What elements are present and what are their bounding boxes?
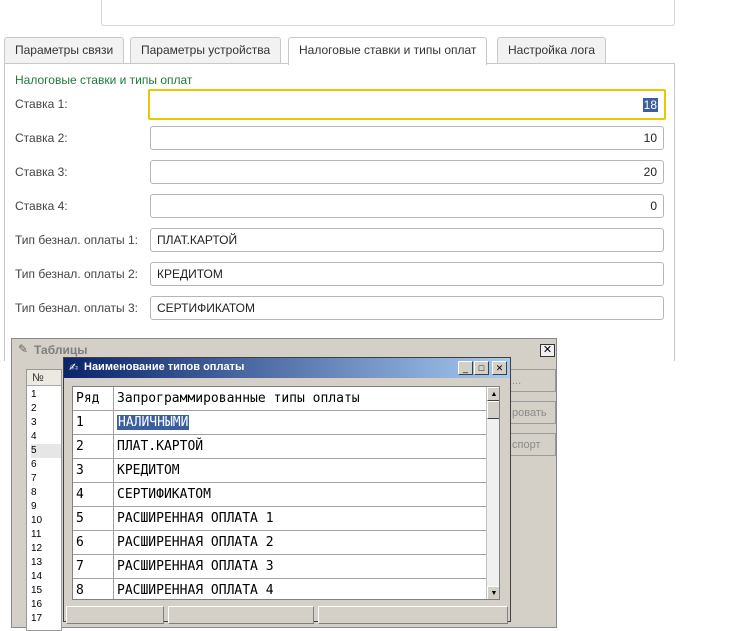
cashless-type-3-label: Тип безнал. оплаты 3: xyxy=(15,301,139,315)
row-number[interactable]: 3 xyxy=(73,459,114,483)
tab-tax-rates[interactable]: Налоговые ставки и типы оплат xyxy=(288,37,488,65)
tables-action-button[interactable]: ... xyxy=(510,369,556,392)
pencil-icon: ✎ xyxy=(18,342,29,356)
rate-2-input[interactable]: 10 xyxy=(150,126,664,150)
number-column-header: № xyxy=(27,370,61,386)
list-item[interactable]: 7 xyxy=(31,472,61,486)
tab-connection-settings[interactable]: Параметры связи xyxy=(4,37,125,64)
payment-type-cell[interactable]: КРЕДИТОМ xyxy=(114,459,487,483)
payment-type-cell[interactable]: ПЛАТ.КАРТОЙ xyxy=(114,435,487,459)
tables-window-titlebar[interactable]: ✎ Таблицы ✕ xyxy=(12,339,556,359)
rate-4-label: Ставка 4: xyxy=(15,199,68,213)
dialog-bottom-button-3[interactable] xyxy=(318,606,508,624)
payment-type-cell[interactable]: РАСШИРЕННАЯ ОПЛАТА 2 xyxy=(114,531,487,555)
row-number[interactable]: 4 xyxy=(73,483,114,507)
minimize-button[interactable]: _ xyxy=(458,361,473,375)
list-item[interactable]: 1 xyxy=(31,388,61,402)
dialog-titlebar[interactable]: ✍ Наименование типов оплаты _ □ ✕ xyxy=(64,358,510,378)
list-item[interactable]: 13 xyxy=(31,556,61,570)
row-number[interactable]: 7 xyxy=(73,555,114,579)
list-item-selected[interactable]: 5 xyxy=(31,444,61,458)
row-number[interactable]: 1 xyxy=(73,411,114,435)
column-header-row: Ряд xyxy=(73,387,114,411)
rate-2-label: Ставка 2: xyxy=(15,131,68,145)
maximize-button[interactable]: □ xyxy=(474,361,489,375)
payment-type-cell[interactable]: СЕРТИФИКАТОМ xyxy=(114,483,487,507)
rate-3-input[interactable]: 20 xyxy=(150,160,664,184)
payment-types-dialog: ✍ Наименование типов оплаты _ □ ✕ Ряд За… xyxy=(63,357,511,624)
list-item[interactable]: 15 xyxy=(31,584,61,598)
tab-log-settings[interactable]: Настройка лога xyxy=(497,37,607,64)
tables-export-button[interactable]: спорт xyxy=(510,433,556,456)
rate-1-label: Ставка 1: xyxy=(15,97,68,111)
tables-program-button[interactable]: ровать xyxy=(510,401,556,424)
list-item[interactable]: 10 xyxy=(31,514,61,528)
list-item[interactable]: 17 xyxy=(31,612,61,626)
list-item[interactable]: 4 xyxy=(31,430,61,444)
tab-device-settings[interactable]: Параметры устройства xyxy=(130,37,282,64)
list-item[interactable]: 16 xyxy=(31,598,61,612)
rate-1-value: 18 xyxy=(642,98,658,112)
payment-type-cell[interactable]: РАСШИРЕННАЯ ОПЛАТА 3 xyxy=(114,555,487,579)
cashless-type-2-label: Тип безнал. оплаты 2: xyxy=(15,267,139,281)
list-item[interactable]: 11 xyxy=(31,528,61,542)
list-item[interactable]: 2 xyxy=(31,402,61,416)
list-item[interactable]: 6 xyxy=(31,458,61,472)
payment-type-cell[interactable]: РАСШИРЕННАЯ ОПЛАТА 1 xyxy=(114,507,487,531)
hand-pencil-icon: ✍ xyxy=(69,362,79,374)
vertical-scrollbar[interactable]: ▲ ▼ xyxy=(486,387,499,599)
list-item[interactable]: 3 xyxy=(31,416,61,430)
tables-window-title: Таблицы xyxy=(34,343,88,357)
group-title: Налоговые ставки и типы оплат xyxy=(15,73,193,87)
payment-type-cell[interactable]: НАЛИЧНЫМИ xyxy=(114,411,487,435)
scroll-up-icon[interactable]: ▲ xyxy=(487,387,499,401)
row-number[interactable]: 2 xyxy=(73,435,114,459)
row-number[interactable]: 5 xyxy=(73,507,114,531)
column-header-name: Запрограммированные типы оплаты xyxy=(114,387,487,411)
payment-type-cell[interactable]: РАСШИРЕННАЯ ОПЛАТА 4 xyxy=(114,579,487,599)
dialog-bottom-button-1[interactable] xyxy=(66,606,164,624)
cashless-type-2-input[interactable]: КРЕДИТОМ xyxy=(150,262,664,286)
cashless-type-1-label: Тип безнал. оплаты 1: xyxy=(15,233,139,247)
table-number-list[interactable]: № 1 2 3 4 5 6 7 8 9 10 11 12 13 14 15 16… xyxy=(26,369,62,631)
rate-1-input[interactable]: 18 xyxy=(148,89,666,120)
list-item[interactable]: 12 xyxy=(31,542,61,556)
payment-type-selected: НАЛИЧНЫМИ xyxy=(117,415,190,430)
scroll-thumb[interactable] xyxy=(487,401,499,419)
scroll-down-icon[interactable]: ▼ xyxy=(487,586,499,599)
rate-3-label: Ставка 3: xyxy=(15,165,68,179)
dialog-close-button[interactable]: ✕ xyxy=(492,361,507,375)
list-item[interactable]: 8 xyxy=(31,486,61,500)
cashless-type-3-input[interactable]: СЕРТИФИКАТОМ xyxy=(150,296,664,320)
row-number[interactable]: 8 xyxy=(73,579,114,599)
row-number[interactable]: 6 xyxy=(73,531,114,555)
rate-4-input[interactable]: 0 xyxy=(150,194,664,218)
tables-close-button[interactable]: ✕ xyxy=(540,344,555,357)
cashless-type-1-input[interactable]: ПЛАТ.КАРТОЙ xyxy=(150,228,664,252)
dialog-title: Наименование типов оплаты xyxy=(84,361,245,373)
payment-types-grid: Ряд Запрограммированные типы оплаты 1 НА… xyxy=(72,386,500,600)
list-item[interactable]: 14 xyxy=(31,570,61,584)
list-item[interactable]: 9 xyxy=(31,500,61,514)
dialog-bottom-button-2[interactable] xyxy=(168,606,314,624)
top-panel xyxy=(101,0,675,26)
